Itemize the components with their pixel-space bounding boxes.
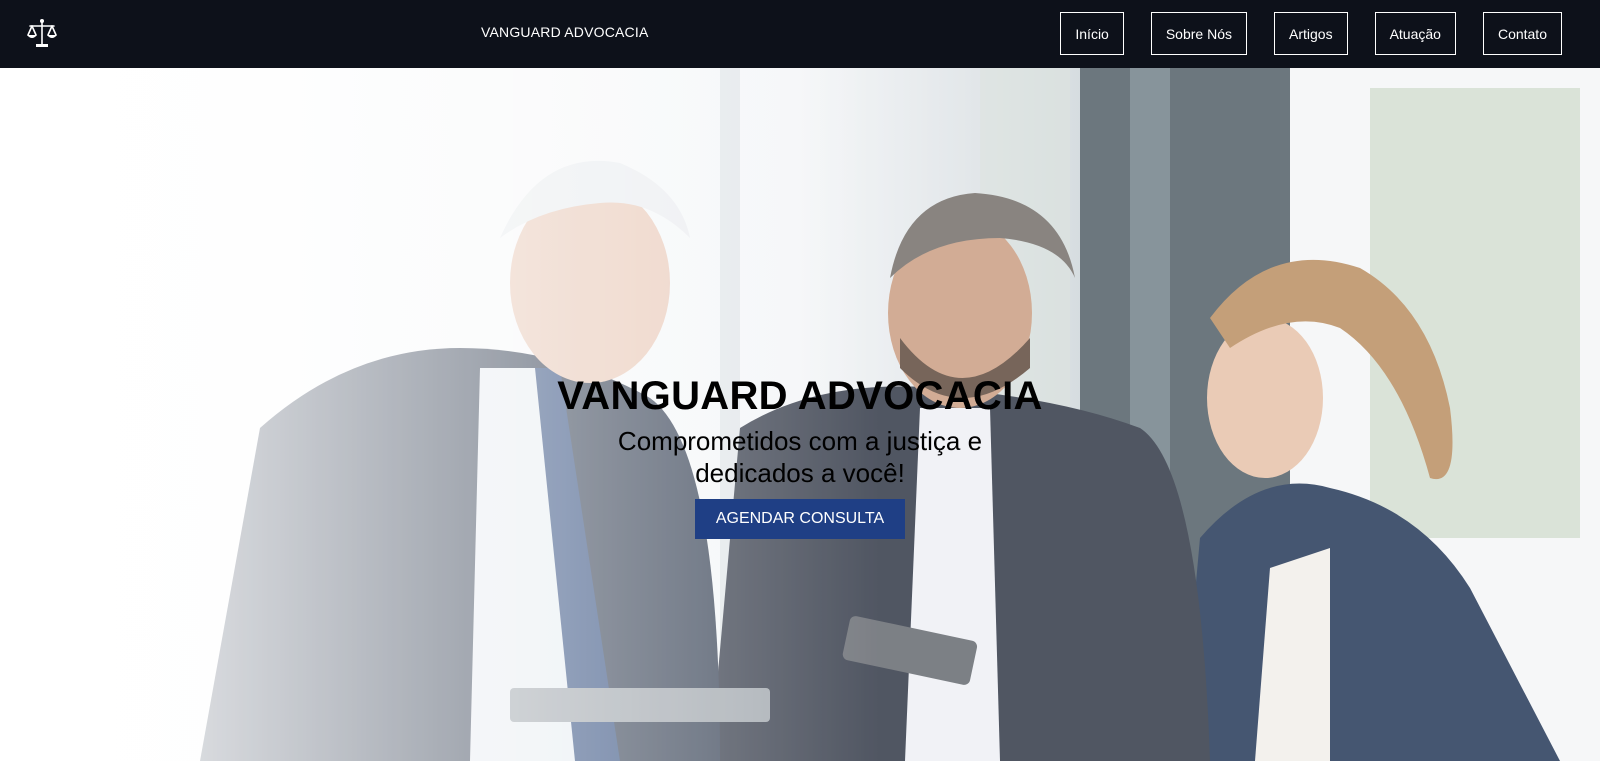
hero-content: VANGUARD ADVOCACIA Comprometidos com a j… — [0, 373, 1600, 539]
scales-of-justice-icon[interactable] — [24, 16, 60, 52]
hero-section: VANGUARD ADVOCACIA Comprometidos com a j… — [0, 68, 1600, 761]
nav-inicio[interactable]: Início — [1060, 12, 1124, 55]
nav-atuacao[interactable]: Atuação — [1374, 12, 1456, 55]
hero-title: VANGUARD ADVOCACIA — [557, 374, 1043, 418]
main-nav: Início Sobre Nós Artigos Atuação Contato — [1060, 12, 1562, 55]
nav-contato[interactable]: Contato — [1482, 12, 1562, 55]
brand-name[interactable]: VANGUARD ADVOCACIA — [481, 24, 649, 40]
top-navbar: VANGUARD ADVOCACIA Início Sobre Nós Arti… — [0, 0, 1600, 68]
nav-artigos[interactable]: Artigos — [1274, 12, 1348, 55]
nav-sobre-nos[interactable]: Sobre Nós — [1150, 12, 1247, 55]
hero-subtitle: Comprometidos com a justiça e dedicados … — [617, 426, 983, 488]
schedule-consultation-button[interactable]: AGENDAR CONSULTA — [695, 499, 905, 539]
